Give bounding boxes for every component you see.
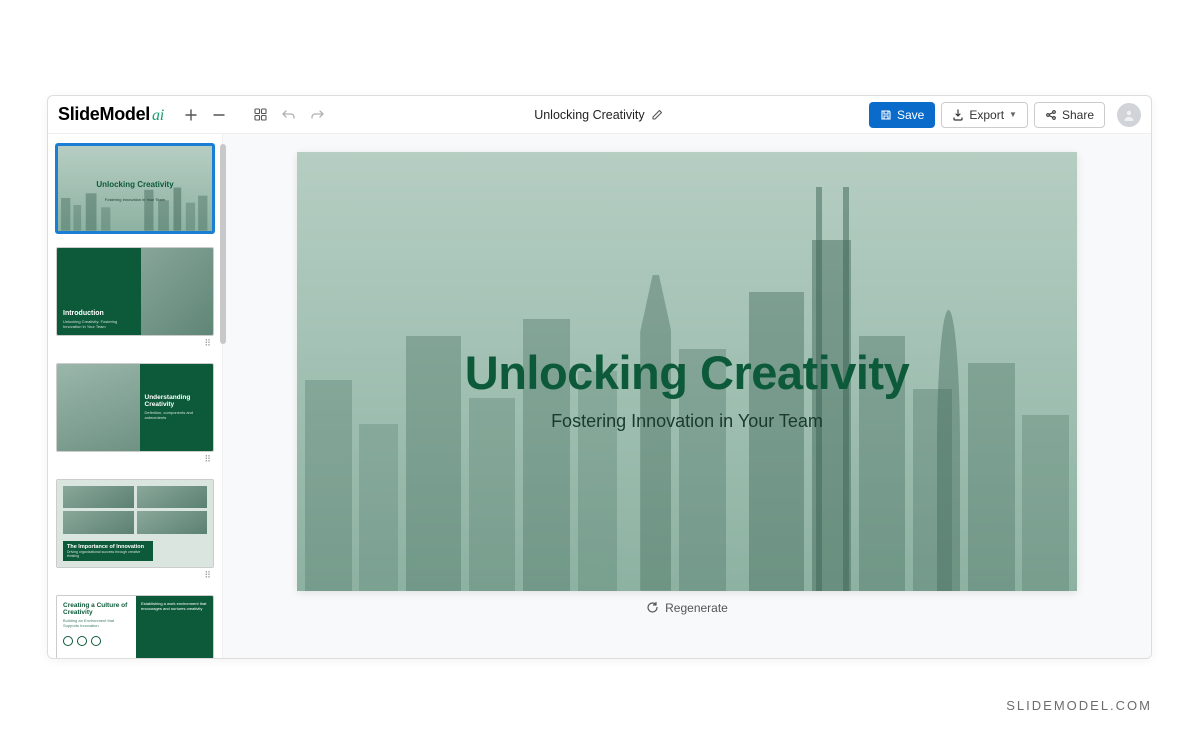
thumbnail-item[interactable]: Unlocking Creativity Fostering Innovatio… xyxy=(56,144,214,233)
slide-canvas[interactable]: Unlocking Creativity Fostering Innovatio… xyxy=(297,152,1077,591)
thumb-subtitle: Definition, components and antecedents xyxy=(145,410,208,420)
thumbnail-item[interactable]: Introduction Unlocking Creativity: Foste… xyxy=(56,247,214,349)
refresh-icon xyxy=(646,601,659,614)
undo-button[interactable] xyxy=(278,104,300,126)
thumb-handle-icon[interactable]: ⠿ xyxy=(56,568,214,581)
thumbnail-item[interactable]: Creating a Culture of Creativity Buildin… xyxy=(56,595,214,659)
slide-subtitle[interactable]: Fostering Innovation in Your Team xyxy=(297,411,1077,432)
slide-thumbnail-panel[interactable]: Unlocking Creativity Fostering Innovatio… xyxy=(48,134,223,658)
watermark: SLIDEMODEL.COM xyxy=(1006,698,1152,713)
add-slide-button[interactable] xyxy=(180,104,202,126)
logo-main: SlideModel xyxy=(58,104,150,125)
logo-suffix: ai xyxy=(152,107,164,125)
thumb-subtitle: Fostering Innovation in Your Team xyxy=(58,197,212,202)
thumb-title: Creating a Culture of Creativity xyxy=(63,602,130,616)
topbar: SlideModel ai Unlocking Creativity Save xyxy=(48,96,1151,134)
thumb-subtitle: Building an Environment that Supports In… xyxy=(63,618,130,628)
save-label: Save xyxy=(897,108,924,122)
export-button[interactable]: Export ▼ xyxy=(941,102,1028,128)
thumbnail-slide-3[interactable]: Understanding Creativity Definition, com… xyxy=(56,363,214,452)
thumbnail-item[interactable]: Understanding Creativity Definition, com… xyxy=(56,363,214,465)
app-logo: SlideModel ai xyxy=(58,104,164,125)
redo-button[interactable] xyxy=(306,104,328,126)
thumb-subtitle: Driving organizational success through c… xyxy=(67,550,149,558)
thumb-handle-icon[interactable]: ⠿ xyxy=(56,336,214,349)
thumbnail-slide-5[interactable]: Creating a Culture of Creativity Buildin… xyxy=(56,595,214,659)
regenerate-button[interactable]: Regenerate xyxy=(646,601,728,615)
thumbnail-slide-2[interactable]: Introduction Unlocking Creativity: Foste… xyxy=(56,247,214,336)
share-label: Share xyxy=(1062,108,1094,122)
share-button[interactable]: Share xyxy=(1034,102,1105,128)
chevron-down-icon: ▼ xyxy=(1009,110,1017,119)
grid-view-button[interactable] xyxy=(250,104,272,126)
thumb-title: Unlocking Creativity xyxy=(58,180,212,189)
document-title: Unlocking Creativity xyxy=(534,108,644,122)
slide-title[interactable]: Unlocking Creativity xyxy=(297,345,1077,400)
thumbnail-item[interactable]: The Importance of Innovation Driving org… xyxy=(56,479,214,581)
thumb-title: Understanding Creativity xyxy=(145,394,208,408)
scrollbar[interactable] xyxy=(220,144,226,344)
regenerate-label: Regenerate xyxy=(665,601,728,615)
export-label: Export xyxy=(969,108,1004,122)
edit-title-icon[interactable] xyxy=(651,109,663,121)
document-title-wrap[interactable]: Unlocking Creativity xyxy=(334,108,863,122)
thumb-right-text: Establishing a work environment that enc… xyxy=(136,596,213,659)
thumb-subtitle: Unlocking Creativity: Fostering Innovati… xyxy=(63,319,135,329)
remove-slide-button[interactable] xyxy=(208,104,230,126)
user-avatar[interactable] xyxy=(1117,103,1141,127)
thumbnail-slide-4[interactable]: The Importance of Innovation Driving org… xyxy=(56,479,214,568)
thumbnail-slide-1[interactable]: Unlocking Creativity Fostering Innovatio… xyxy=(56,144,214,233)
editor-body: Unlocking Creativity Fostering Innovatio… xyxy=(48,134,1151,658)
save-button[interactable]: Save xyxy=(869,102,935,128)
canvas-area: Unlocking Creativity Fostering Innovatio… xyxy=(223,134,1151,658)
thumb-handle-icon[interactable]: ⠿ xyxy=(56,452,214,465)
thumb-title: Introduction xyxy=(63,310,135,317)
app-frame: SlideModel ai Unlocking Creativity Save xyxy=(47,95,1152,659)
